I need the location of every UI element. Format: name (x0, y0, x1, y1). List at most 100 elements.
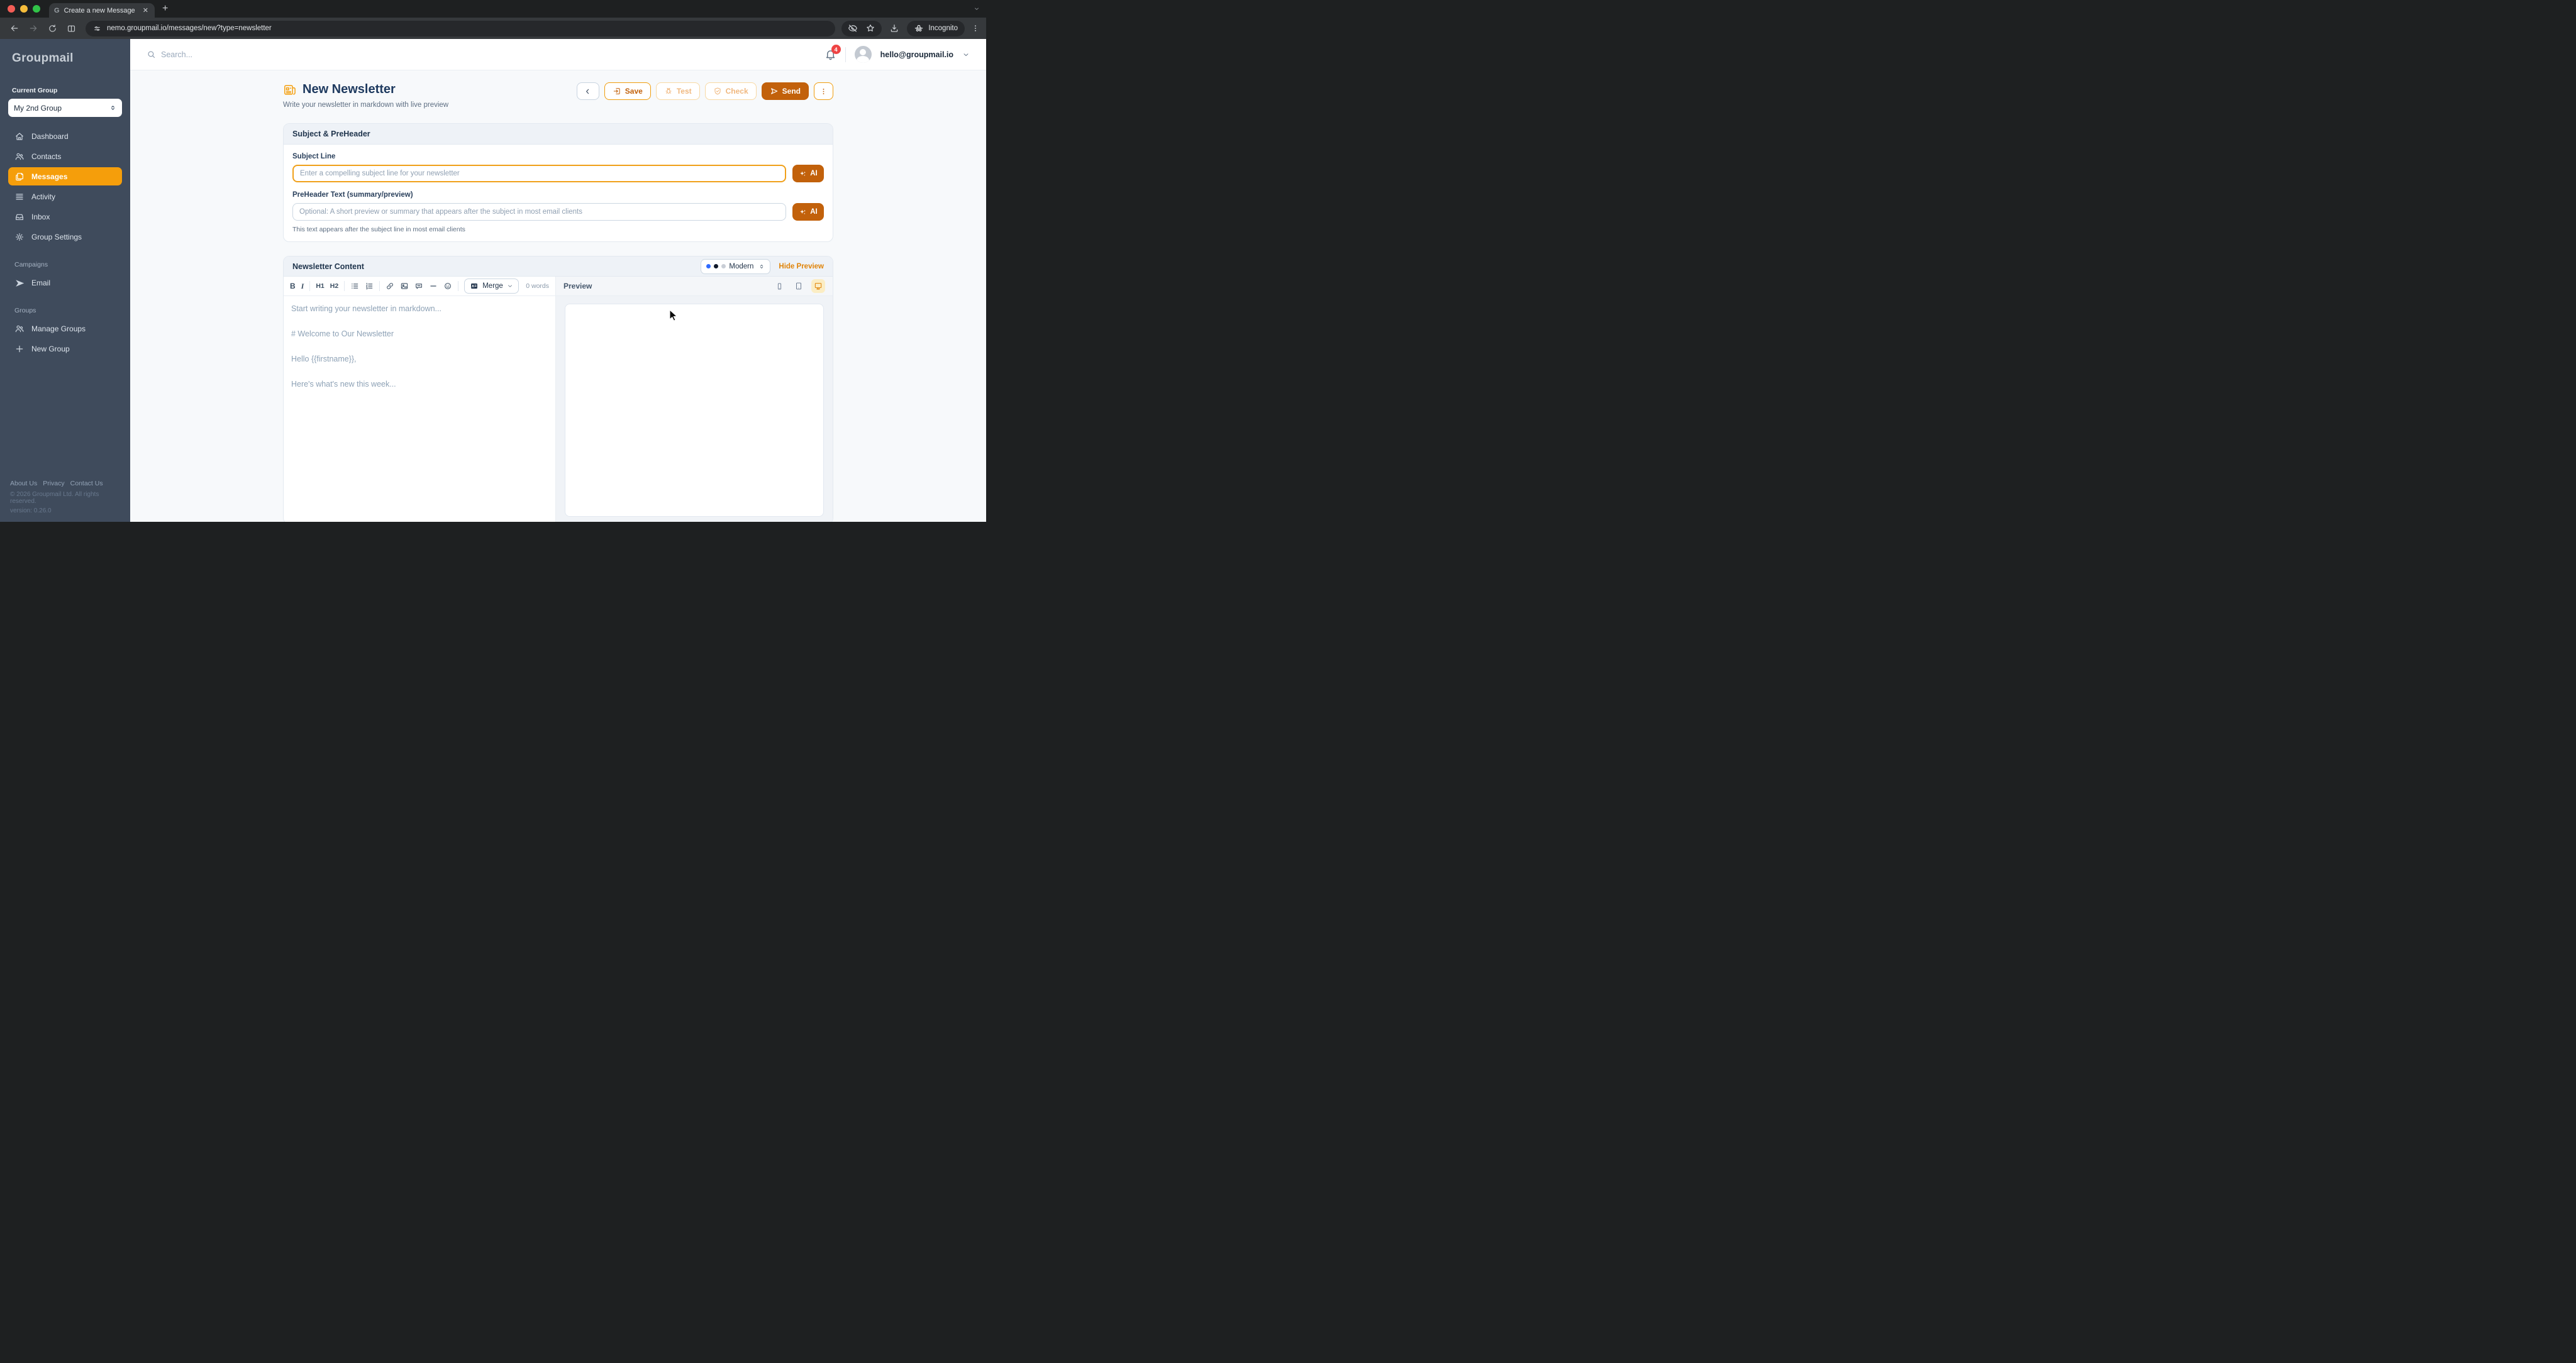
link-button[interactable] (386, 282, 394, 290)
preheader-ai-button[interactable]: AI (792, 203, 824, 221)
app-header: 4 hello@groupmail.io (130, 39, 986, 70)
footer-link-privacy[interactable]: Privacy (43, 480, 64, 487)
sidebar-item-new-group[interactable]: New Group (8, 339, 122, 358)
subject-line-input[interactable] (292, 165, 786, 182)
bookmark-star-icon[interactable] (865, 23, 875, 33)
forward-icon[interactable] (25, 20, 42, 36)
sidebar-item-inbox[interactable]: Inbox (8, 207, 122, 226)
sidebar-item-group-settings[interactable]: Group Settings (8, 228, 122, 246)
sidebar-item-activity[interactable]: Activity (8, 187, 122, 206)
horizontal-rule-button[interactable] (429, 282, 438, 290)
merge-label: Merge (482, 282, 503, 290)
send-label: Send (782, 87, 801, 96)
image-button[interactable] (400, 282, 409, 290)
home-icon (14, 131, 25, 141)
footer-link-contact[interactable]: Contact Us (70, 480, 103, 487)
send-plane-icon (770, 87, 779, 96)
preheader-input[interactable] (292, 203, 786, 221)
address-bar[interactable]: nemo.groupmail.io/messages/new?type=news… (86, 20, 836, 36)
contact-card-icon (470, 282, 479, 290)
bold-button[interactable]: B (290, 282, 296, 290)
ai-label: AI (810, 208, 818, 216)
back-icon[interactable] (6, 20, 23, 36)
site-settings-icon[interactable] (91, 22, 103, 35)
browser-toolbar: nemo.groupmail.io/messages/new?type=news… (0, 18, 986, 39)
sidebar-item-label: Dashboard (31, 131, 69, 141)
tab-title: Create a new Message (64, 6, 135, 14)
italic-button[interactable]: I (301, 282, 304, 291)
eye-off-icon[interactable] (848, 23, 858, 33)
avatar[interactable] (854, 46, 872, 63)
sidebar-item-email[interactable]: Email (8, 273, 122, 292)
bug-icon (664, 87, 673, 96)
save-button[interactable]: Save (604, 82, 651, 100)
heading2-button[interactable]: H2 (330, 282, 338, 290)
back-button[interactable] (576, 82, 599, 100)
merge-fields-button[interactable]: Merge (464, 279, 519, 294)
heading1-button[interactable]: H1 (316, 282, 324, 290)
footer-link-about[interactable]: About Us (10, 480, 37, 487)
test-button[interactable]: Test (655, 82, 700, 100)
sidebar-item-label: Manage Groups (31, 324, 86, 333)
quote-button[interactable] (414, 282, 423, 290)
sidebar-item-manage-groups[interactable]: Manage Groups (8, 319, 122, 338)
close-window-button[interactable] (8, 5, 15, 13)
more-actions-button[interactable] (814, 82, 833, 100)
numbered-list-button[interactable] (365, 282, 374, 290)
side-panel-icon[interactable] (63, 20, 79, 36)
editor-placeholder-line: Here's what's new this week... (291, 380, 396, 389)
group-select[interactable]: My 2nd Group (8, 99, 122, 117)
search-box[interactable] (147, 50, 348, 59)
page-subtitle: Write your newsletter in markdown with l… (283, 101, 449, 109)
subject-ai-button[interactable]: AI (792, 165, 824, 182)
incognito-badge: Incognito (907, 20, 965, 36)
sidebar-item-messages[interactable]: Messages (8, 167, 122, 185)
url-text[interactable]: nemo.groupmail.io/messages/new?type=news… (107, 25, 272, 32)
download-icon[interactable] (889, 23, 899, 33)
campaigns-section-label: Campaigns (14, 261, 48, 268)
notifications-button[interactable]: 4 (824, 45, 841, 60)
sidebar-item-label: New Group (31, 344, 70, 353)
sidebar: Groupmail Current Group My 2nd Group Das… (0, 39, 130, 522)
bullet-list-button[interactable] (350, 282, 359, 290)
shield-check-icon (713, 87, 722, 96)
tab-close-icon[interactable]: ✕ (142, 6, 150, 14)
sidebar-item-contacts[interactable]: Contacts (8, 147, 122, 165)
window-controls[interactable] (8, 5, 40, 13)
save-icon (613, 87, 621, 96)
groups-section-label: Groups (14, 307, 36, 314)
browser-tab[interactable]: G Create a new Message ✕ (49, 3, 155, 18)
current-group-label: Current Group (12, 87, 58, 94)
send-button[interactable]: Send (761, 82, 809, 100)
toolbar-divider (309, 281, 311, 291)
browser-menu-icon[interactable] (971, 24, 980, 33)
inbox-tray-icon (14, 212, 25, 222)
desktop-preview-button[interactable] (811, 279, 825, 293)
search-input[interactable] (161, 50, 348, 59)
sidebar-item-label: Messages (31, 172, 68, 181)
maximize-window-button[interactable] (33, 5, 40, 13)
tab-search-chevron-icon[interactable] (974, 6, 980, 12)
reload-icon[interactable] (44, 20, 60, 36)
template-dot-gray (721, 264, 726, 268)
template-dot-dark (714, 264, 719, 268)
check-button[interactable]: Check (704, 82, 757, 100)
tablet-preview-button[interactable] (792, 279, 806, 293)
markdown-editor[interactable]: Start writing your newsletter in markdow… (284, 296, 555, 413)
minimize-window-button[interactable] (20, 5, 28, 13)
sidebar-item-dashboard[interactable]: Dashboard (8, 127, 122, 145)
sidebar-item-label: Activity (31, 192, 56, 201)
sidebar-item-label: Group Settings (31, 232, 82, 241)
emoji-button[interactable] (443, 282, 452, 290)
account-chevron-down-icon[interactable] (962, 51, 970, 58)
mobile-preview-button[interactable] (772, 279, 786, 293)
preheader-label: PreHeader Text (summary/preview) (292, 191, 413, 199)
account-email[interactable]: hello@groupmail.io (880, 50, 953, 59)
template-select[interactable]: Modern (701, 258, 771, 274)
chevron-down-icon (507, 283, 513, 289)
new-tab-button[interactable]: + (162, 3, 168, 14)
hide-preview-link[interactable]: Hide Preview (779, 263, 824, 270)
sparkles-icon (799, 170, 807, 178)
editor-placeholder-line: # Welcome to Our Newsletter (291, 329, 394, 338)
sparkles-icon (799, 208, 807, 216)
